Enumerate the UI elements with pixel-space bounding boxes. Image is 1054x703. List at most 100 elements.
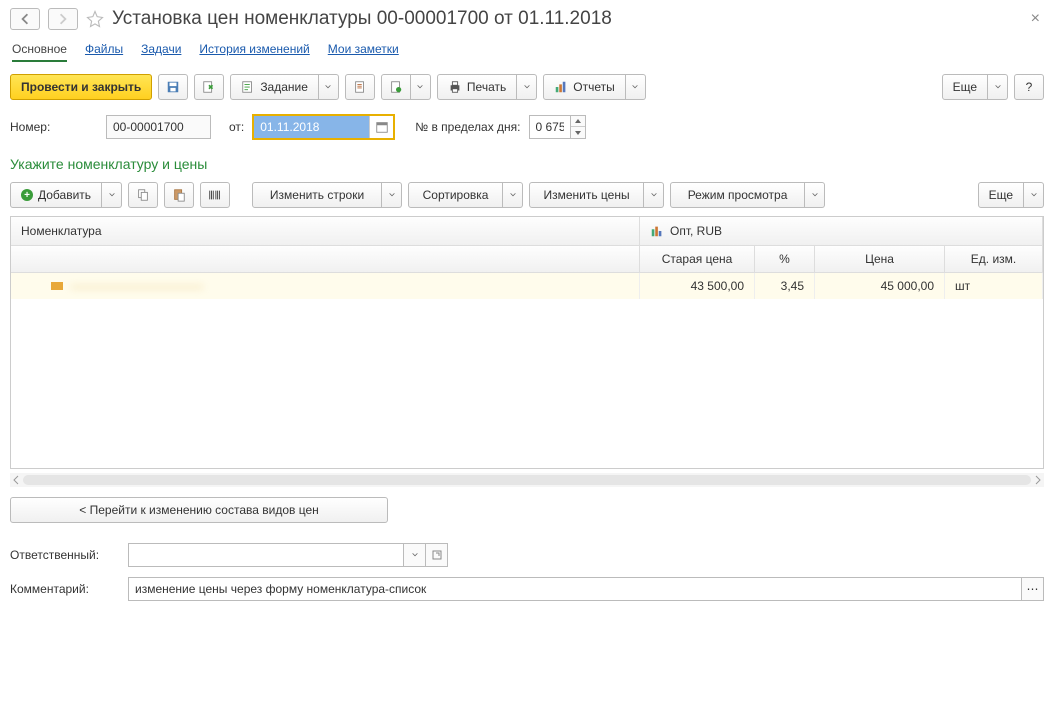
- view-mode-dropdown[interactable]: [805, 182, 825, 208]
- horizontal-scrollbar[interactable]: [10, 473, 1044, 487]
- print-dropdown[interactable]: [517, 74, 537, 100]
- change-rows-dropdown[interactable]: [382, 182, 402, 208]
- chevron-down-icon: [509, 191, 517, 199]
- calendar-icon: [375, 120, 389, 134]
- change-prices-dropdown[interactable]: [644, 182, 664, 208]
- table-more-dropdown[interactable]: [1024, 182, 1044, 208]
- tab-main[interactable]: Основное: [12, 40, 67, 62]
- item-icon: [51, 282, 63, 290]
- post-close-button[interactable]: Провести и закрыть: [10, 74, 152, 100]
- add-dropdown[interactable]: [102, 182, 122, 208]
- calendar-button[interactable]: [369, 116, 393, 138]
- chevron-down-icon: [324, 83, 332, 91]
- view-mode-button[interactable]: Режим просмотра: [670, 182, 805, 208]
- chart-icon: [554, 80, 568, 94]
- tab-files[interactable]: Файлы: [85, 40, 123, 62]
- doc-button[interactable]: [345, 74, 375, 100]
- responsible-input[interactable]: [128, 543, 404, 567]
- change-rows-group: Изменить строки: [252, 182, 402, 208]
- more-button[interactable]: Еще: [942, 74, 988, 100]
- col-opt-header[interactable]: Опт, RUB: [640, 217, 1043, 246]
- change-rows-button[interactable]: Изменить строки: [252, 182, 382, 208]
- scroll-left-icon[interactable]: [12, 475, 20, 485]
- close-button[interactable]: ×: [1027, 10, 1044, 28]
- barcode-icon: [208, 188, 222, 202]
- grid-header-1: Номенклатура Опт, RUB: [11, 217, 1043, 246]
- table-row[interactable]: ——————————— 43 500,00 3,45 45 000,00 шт: [11, 273, 1043, 299]
- price-grid: Номенклатура Опт, RUB Старая цена % Цена…: [10, 216, 1044, 469]
- day-num-input[interactable]: [529, 115, 571, 139]
- help-button[interactable]: ?: [1014, 74, 1044, 100]
- col-old-header[interactable]: Старая цена: [640, 246, 755, 273]
- nav-back-button[interactable]: [10, 8, 40, 30]
- favorite-star-icon[interactable]: [86, 10, 104, 28]
- barcode-button[interactable]: [200, 182, 230, 208]
- sort-dropdown[interactable]: [503, 182, 523, 208]
- add-label: Добавить: [38, 188, 91, 202]
- scroll-track[interactable]: [23, 475, 1031, 485]
- tab-tasks[interactable]: Задачи: [141, 40, 181, 62]
- copy-button[interactable]: [128, 182, 158, 208]
- col-pct-header[interactable]: %: [755, 246, 815, 273]
- spin-down[interactable]: [571, 127, 585, 138]
- cell-unit: шт: [945, 273, 1043, 299]
- col-price-header[interactable]: Цена: [815, 246, 945, 273]
- responsible-buttons: [404, 543, 448, 567]
- scroll-right-icon[interactable]: [1034, 475, 1042, 485]
- save-button[interactable]: [158, 74, 188, 100]
- change-prices-button[interactable]: Изменить цены: [529, 182, 644, 208]
- add-button-group: + Добавить: [10, 182, 122, 208]
- day-num-spinner: [571, 115, 586, 139]
- col-unit-header[interactable]: Ед. изм.: [945, 246, 1043, 273]
- view-mode-group: Режим просмотра: [670, 182, 825, 208]
- change-price-types-button[interactable]: < Перейти к изменению состава видов цен: [10, 497, 388, 523]
- attach-dropdown[interactable]: [411, 74, 431, 100]
- reports-button[interactable]: Отчеты: [543, 74, 625, 100]
- col-item-sub: [11, 246, 640, 273]
- section-title: Укажите номенклатуру и цены: [10, 156, 1044, 172]
- change-prices-group: Изменить цены: [529, 182, 664, 208]
- date-field: [252, 114, 395, 140]
- task-button[interactable]: Задание: [230, 74, 319, 100]
- plus-icon: +: [21, 189, 33, 201]
- chevron-down-icon: [994, 83, 1002, 91]
- tab-history[interactable]: История изменений: [199, 40, 309, 62]
- attach-button[interactable]: [381, 74, 411, 100]
- paste-button[interactable]: [164, 182, 194, 208]
- tab-notes[interactable]: Мои заметки: [328, 40, 399, 62]
- task-dropdown[interactable]: [319, 74, 339, 100]
- sort-button[interactable]: Сортировка: [408, 182, 503, 208]
- cell-price: 45 000,00: [815, 273, 945, 299]
- nav-forward-button[interactable]: [48, 8, 78, 30]
- paste-icon: [172, 188, 186, 202]
- from-label: от:: [229, 120, 244, 134]
- chevron-down-icon: [411, 551, 419, 559]
- responsible-open-btn[interactable]: [426, 543, 448, 567]
- attach-icon: [389, 80, 403, 94]
- grid-body[interactable]: ——————————— 43 500,00 3,45 45 000,00 шт: [11, 273, 1043, 468]
- number-input[interactable]: [106, 115, 211, 139]
- comment-expand-btn[interactable]: ⋯: [1022, 577, 1044, 601]
- post-icon: [202, 80, 216, 94]
- responsible-row: Ответственный:: [10, 543, 1044, 567]
- col-item-header[interactable]: Номенклатура: [11, 217, 640, 246]
- more-dropdown[interactable]: [988, 74, 1008, 100]
- save-icon: [166, 80, 180, 94]
- open-icon: [432, 550, 442, 560]
- responsible-dropdown-btn[interactable]: [404, 543, 426, 567]
- add-button[interactable]: + Добавить: [10, 182, 102, 208]
- comment-row: Комментарий: ⋯: [10, 577, 1044, 601]
- reports-dropdown[interactable]: [626, 74, 646, 100]
- chevron-down-icon: [523, 83, 531, 91]
- comment-input[interactable]: [128, 577, 1022, 601]
- main-toolbar: Провести и закрыть Задание Печать Отчеты…: [10, 74, 1044, 100]
- grid-header-2: Старая цена % Цена Ед. изм.: [11, 246, 1043, 273]
- doc-form-row: Номер: от: № в пределах дня:: [10, 114, 1044, 140]
- table-more-button[interactable]: Еще: [978, 182, 1024, 208]
- date-input[interactable]: [254, 116, 369, 138]
- print-button[interactable]: Печать: [437, 74, 517, 100]
- item-name: ———————————: [71, 279, 203, 293]
- post-button[interactable]: [194, 74, 224, 100]
- spin-up[interactable]: [571, 116, 585, 127]
- chevron-down-icon: [108, 191, 116, 199]
